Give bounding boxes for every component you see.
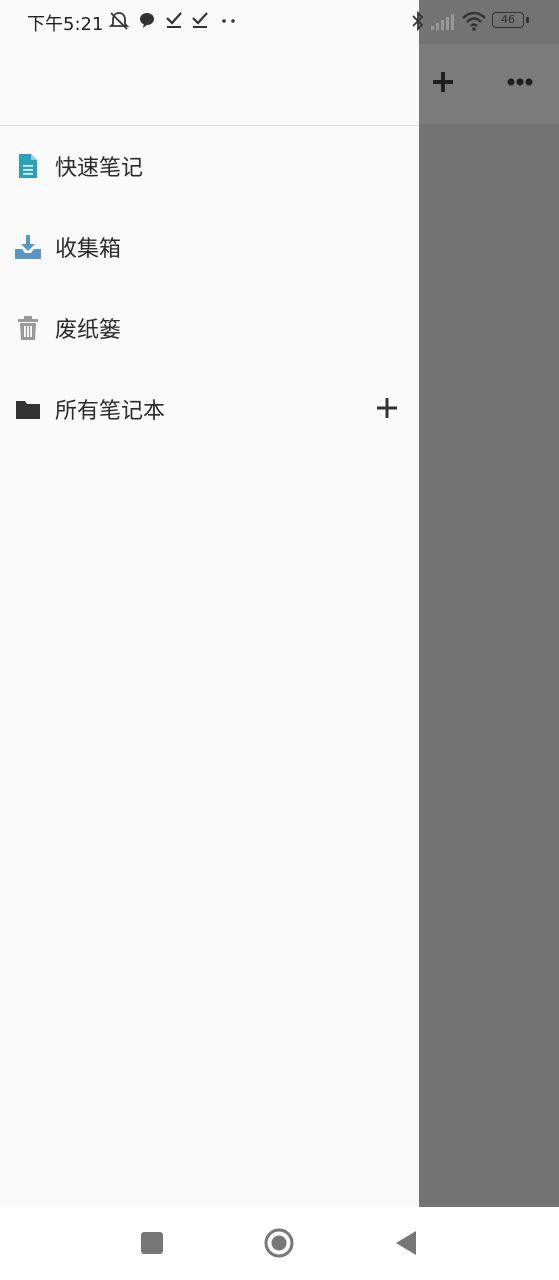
status-time: 下午5:21 (27, 14, 104, 35)
drawer-item-label: 废纸篓 (55, 318, 122, 343)
add-icon[interactable] (429, 68, 457, 96)
add-notebook-icon[interactable] (374, 395, 400, 421)
system-nav-bar (0, 1207, 559, 1280)
status-bar: 下午5:21 46 (0, 0, 559, 44)
recents-square-icon[interactable] (136, 1227, 168, 1259)
more-icon[interactable] (505, 68, 535, 96)
battery-icon: 46 (492, 12, 524, 28)
trash-icon (18, 316, 38, 340)
drawer-item-all-notebooks[interactable]: 所有笔记本 (0, 369, 419, 449)
inbox-download-icon (15, 235, 41, 259)
drawer-header (0, 44, 419, 126)
navigation-drawer: 快速笔记 收集箱 废纸篓 所有笔记本 (0, 0, 419, 1207)
bluetooth-icon (412, 10, 424, 32)
signal-icon (431, 14, 454, 30)
drawer-item-trash[interactable]: 废纸篓 (0, 288, 419, 368)
drawer-item-quick-notes[interactable]: 快速笔记 (0, 126, 419, 206)
drawer-item-label: 所有笔记本 (55, 399, 166, 424)
wifi-icon (462, 11, 486, 31)
chat-bubble-icon (140, 13, 154, 28)
mute-bell-icon (108, 12, 130, 30)
folder-icon (16, 401, 40, 419)
battery-tip (526, 17, 529, 23)
drawer-item-inbox[interactable]: 收集箱 (0, 207, 419, 287)
back-triangle-icon[interactable] (391, 1227, 423, 1259)
home-circle-icon[interactable] (263, 1227, 295, 1259)
more-dots-icon (222, 19, 235, 23)
check-icon (166, 12, 182, 28)
drawer-item-label: 快速笔记 (55, 156, 144, 181)
check-icon (192, 12, 208, 28)
note-document-icon (19, 154, 37, 178)
drawer-item-label: 收集箱 (55, 237, 122, 262)
